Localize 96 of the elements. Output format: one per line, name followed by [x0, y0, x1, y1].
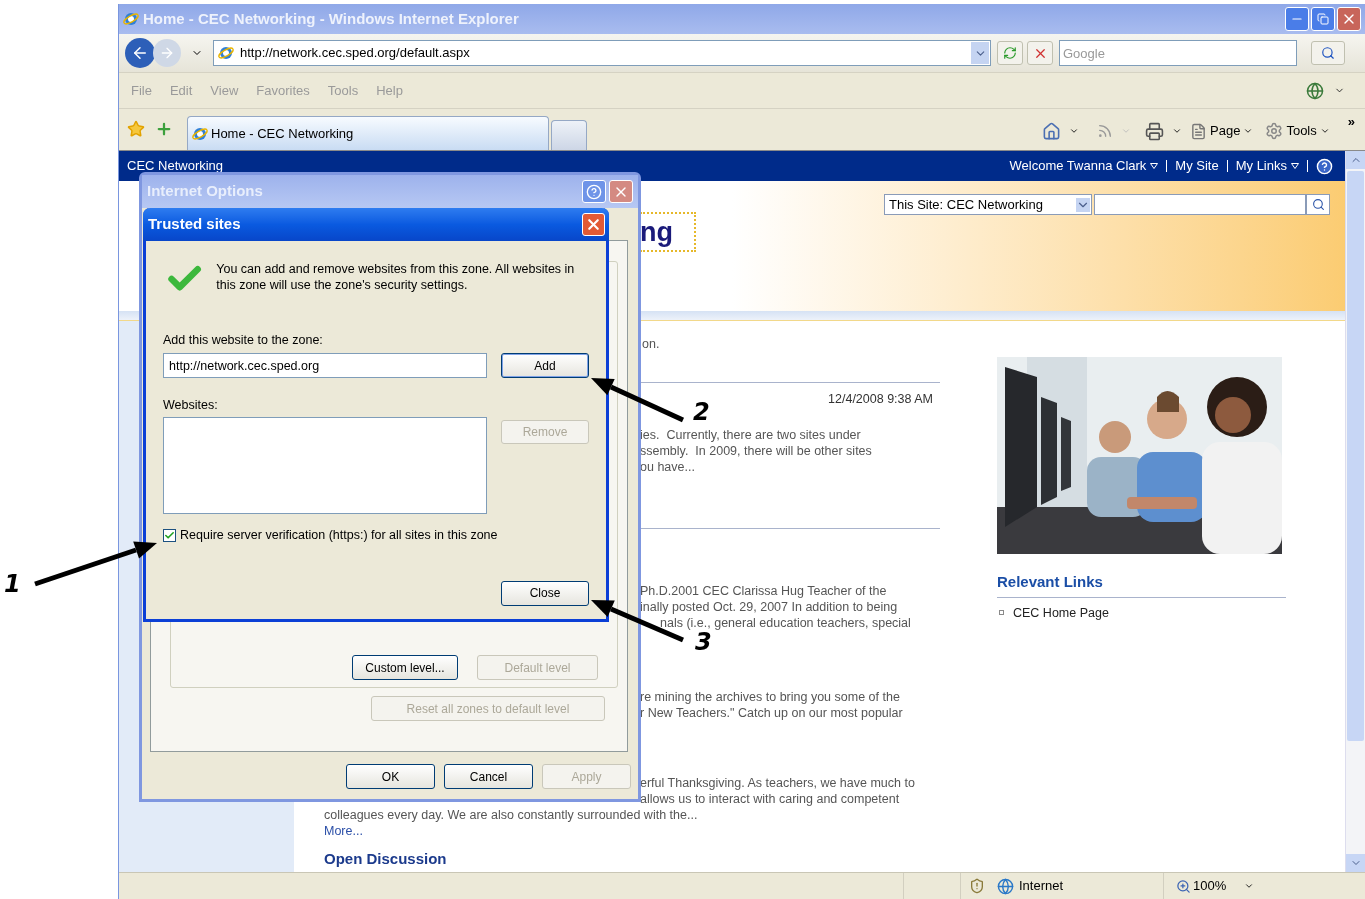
- new-tab-button[interactable]: [551, 120, 587, 150]
- dialog-button[interactable]: Cancel: [444, 764, 533, 789]
- intro-text: on.: [642, 336, 661, 352]
- close-button[interactable]: [609, 180, 633, 203]
- address-dropdown-button[interactable]: [971, 42, 989, 64]
- zone-text: Internet: [1019, 877, 1064, 896]
- post-text-line: re mining the archives to bring you some of the: [640, 689, 901, 705]
- caret-icon[interactable]: [1069, 126, 1080, 136]
- more-link[interactable]: More...: [324, 823, 363, 839]
- level-button[interactable]: Custom level...: [352, 655, 458, 680]
- window-title: Home - CEC Networking - Windows Internet Explorer: [143, 8, 519, 29]
- post-text-line: Ph.D.2001 CEC Clarissa Hug Teacher of the: [640, 583, 888, 599]
- dialog-button[interactable]: OK: [346, 764, 435, 789]
- zoom-button[interactable]: 100%: [1176, 876, 1227, 896]
- close-dialog-button[interactable]: Close: [501, 580, 589, 606]
- callout-number: 3: [695, 630, 712, 654]
- post-text-line: r New Teachers." Catch up on our most popular: [640, 705, 904, 721]
- security-icon[interactable]: [969, 878, 985, 894]
- vertical-scrollbar[interactable]: [1345, 151, 1365, 872]
- post-text-line: nals (i.e., general education teachers, special: [659, 615, 912, 631]
- post-text-line: allows us to interact with caring and competent: [640, 791, 901, 807]
- refresh-button[interactable]: [997, 41, 1023, 65]
- info-message: You can add and remove websites from this zone. All websites in this zone will use the zone's security settings.: [216, 261, 576, 293]
- add-favorite-icon[interactable]: [155, 120, 173, 138]
- site-name: CEC Networking: [127, 157, 224, 176]
- caret-icon: [1243, 126, 1254, 136]
- feed-icon[interactable]: [1097, 123, 1114, 139]
- print-icon[interactable]: [1145, 121, 1165, 141]
- bullet-icon: [999, 610, 1004, 616]
- site-title: ng: [640, 218, 673, 246]
- restore-icon: [1317, 13, 1329, 25]
- close-button[interactable]: [582, 213, 605, 236]
- dialog-title: Trusted sites: [148, 214, 241, 235]
- home-icon[interactable]: [1042, 121, 1062, 141]
- page-icon: [1190, 122, 1208, 140]
- checkbox-label: Require server verification (https:) for all sites in this zone: [180, 527, 498, 544]
- minimize-button[interactable]: [1285, 7, 1309, 31]
- caret-icon[interactable]: [1244, 881, 1255, 891]
- refresh-icon: [1003, 46, 1017, 60]
- websites-list[interactable]: [163, 417, 487, 514]
- gear-icon: [1265, 122, 1284, 140]
- close-icon: [585, 216, 602, 233]
- search-field[interactable]: Google: [1059, 40, 1297, 66]
- zoom-icon: [1176, 878, 1192, 894]
- stop-button[interactable]: [1027, 41, 1053, 65]
- checkbox[interactable]: [163, 528, 176, 542]
- search-button[interactable]: [1311, 41, 1345, 65]
- post-text-line: ies. Currently, there are two sites under: [640, 427, 862, 443]
- post-text-line: ou have...: [640, 459, 696, 475]
- dropdown-triangle-icon[interactable]: [1291, 163, 1299, 169]
- close-button[interactable]: [1337, 7, 1361, 31]
- page-menu-button[interactable]: Page: [1190, 121, 1254, 141]
- more-tools-icon[interactable]: »: [1347, 112, 1355, 132]
- globe-icon: [997, 877, 1014, 895]
- dropdown-triangle-icon[interactable]: [1150, 163, 1159, 169]
- browser-logo-icon: [218, 45, 234, 61]
- user-link[interactable]: My Links: [1235, 156, 1287, 176]
- user-link[interactable]: My Site: [1175, 156, 1219, 176]
- help-icon[interactable]: [1316, 157, 1333, 175]
- relevant-link[interactable]: CEC Home Page: [1013, 603, 1109, 623]
- caret-icon: [1319, 126, 1330, 136]
- website-input[interactable]: http://network.cec.sped.org: [163, 353, 487, 378]
- add-site-label: Add this website to the zone:: [163, 332, 324, 348]
- post-text-line: ssembly. In 2009, there will be other sites: [640, 443, 873, 459]
- browser-logo-icon: [123, 11, 139, 27]
- site-search-field[interactable]: [1094, 194, 1306, 215]
- post-date: 12/4/2008 9:38 AM: [827, 391, 933, 407]
- globe-icon[interactable]: [1306, 81, 1324, 100]
- help-button[interactable]: [582, 180, 606, 203]
- restore-button[interactable]: [1311, 7, 1335, 31]
- tools-menu-button[interactable]: Tools: [1265, 121, 1330, 141]
- back-button[interactable]: [125, 38, 155, 68]
- user-link[interactable]: Welcome Twanna Clark: [1009, 156, 1147, 176]
- websites-label: Websites:: [163, 397, 219, 413]
- browser-logo-icon: [192, 125, 208, 142]
- browser-tab[interactable]: Home - CEC Networking: [187, 116, 549, 150]
- caret-icon[interactable]: [1172, 126, 1183, 136]
- post-text-line: colleagues every day. We are also constantly surrounded with the...: [324, 807, 699, 823]
- check-icon: [164, 529, 175, 541]
- site-search-button[interactable]: [1306, 194, 1330, 215]
- dialog-title: Internet Options: [147, 181, 263, 202]
- url-text: http://network.cec.sped.org/default.aspx: [240, 44, 470, 63]
- search-icon: [1311, 198, 1325, 211]
- star-icon[interactable]: [127, 120, 145, 138]
- search-scope-select[interactable]: This Site: CEC Networking: [884, 194, 1092, 215]
- add-button[interactable]: Add: [501, 353, 589, 378]
- search-icon: [1321, 46, 1335, 60]
- relevant-links-heading: Relevant Links: [997, 572, 1104, 592]
- post-text-line: inally posted Oct. 29, 2007 In addition to being: [640, 599, 899, 615]
- address-field[interactable]: http://network.cec.sped.org/default.aspx: [213, 40, 991, 66]
- callout-number: 1: [4, 572, 21, 596]
- section-heading: Open Discussion: [324, 849, 448, 869]
- post-text-line: erful Thanksgiving. As teachers, we have much to: [640, 775, 916, 791]
- callout-number: 2: [693, 400, 710, 424]
- help-icon: [586, 183, 602, 200]
- chevron-down-icon: [1076, 197, 1090, 212]
